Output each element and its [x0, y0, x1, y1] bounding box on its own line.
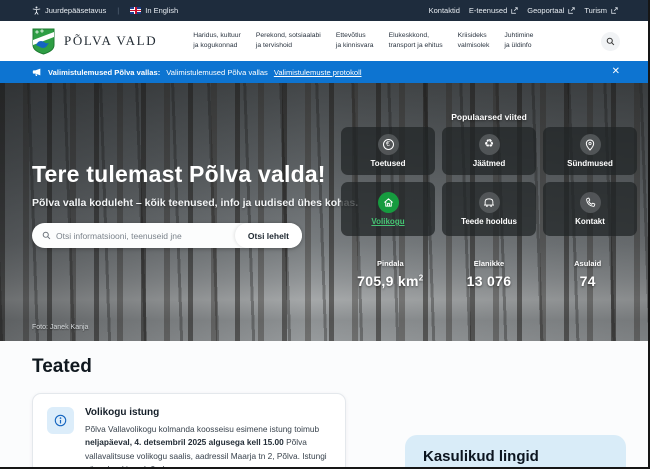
external-link-icon [511, 7, 518, 14]
megaphone-icon [32, 67, 42, 77]
useful-links-title: Kasulikud lingid [423, 448, 626, 465]
announcement-link[interactable]: Valimistulemuste protokoll [274, 68, 362, 77]
page: Juurdepääsetavus | In English Kontaktid … [0, 0, 650, 469]
announcement-bold: Valimistulemused Põlva vallas: [48, 68, 160, 77]
search-icon [606, 37, 615, 46]
truck-icon [479, 192, 500, 213]
external-link-icon [611, 7, 618, 14]
top-utility-bar: Juurdepääsetavus | In English Kontaktid … [0, 0, 648, 21]
hero-search-input[interactable] [56, 231, 235, 241]
stat-pindala: Pindala 705,9 km2 [341, 259, 440, 289]
tile-sundmused[interactable]: Sündmused [543, 127, 637, 175]
hero-title: Tere tulemast Põlva valda! [32, 161, 326, 188]
stat-asulaid: Asulaid 74 [538, 259, 637, 289]
accessibility-label: Juurdepääsetavus [45, 6, 106, 15]
tile-teede-hooldus[interactable]: Teede hooldus [442, 182, 536, 236]
notice-title: Volikogu istung [85, 407, 331, 418]
phone-icon [580, 192, 601, 213]
tile-toetused[interactable]: € Toetused [341, 127, 435, 175]
hero-section: Tere tulemast Põlva valda! Põlva valla k… [0, 83, 648, 341]
tile-jaatmed[interactable]: ♻ Jäätmed [442, 127, 536, 175]
hero-subtitle: Põlva valla koduleht – kõik teenused, in… [32, 197, 358, 209]
topbar-link-geoportaal[interactable]: Geoportaal [527, 6, 575, 15]
coat-of-arms-icon [32, 28, 55, 55]
stat-elanikke: Elanikke 13 076 [440, 259, 539, 289]
site-logo[interactable]: PÕLVA VALD [32, 28, 157, 55]
nav-item-juhtimine[interactable]: Juhtimineja üldinfo [504, 31, 533, 51]
topbar-link-kontaktid[interactable]: Kontaktid [429, 6, 460, 15]
uk-flag-icon [130, 7, 141, 14]
site-header: PÕLVA VALD Haridus, kultuurja kogukonnad… [0, 21, 648, 61]
tile-volikogu[interactable]: Volikogu [341, 182, 435, 236]
header-search-button[interactable] [601, 32, 620, 51]
municipality-stats: Pindala 705,9 km2 Elanikke 13 076 Asulai… [341, 259, 637, 289]
recycle-icon: ♻ [479, 134, 500, 155]
map-pin-icon [580, 134, 601, 155]
main-content: Teated Volikogu istung Põlva Vallavoliko… [0, 341, 648, 469]
popular-links-grid: € Toetused ♻ Jäätmed Sündmused Volikogu [341, 127, 637, 236]
nav-item-haridus[interactable]: Haridus, kultuurja kogukonnad [193, 31, 241, 51]
nav-item-ettevotlus[interactable]: Ettevõtlusja kinnisvara [336, 31, 374, 51]
accessibility-link[interactable]: Juurdepääsetavus [32, 6, 106, 15]
language-switch[interactable]: In English [130, 6, 178, 15]
language-label: In English [145, 6, 178, 15]
nav-item-elukeskkond[interactable]: Elukeskkond,transport ja ehitus [389, 31, 443, 51]
search-icon [42, 231, 51, 240]
external-link-icon [568, 7, 575, 14]
nav-item-kriisideks[interactable]: Kriisideksvalmisolek [458, 31, 490, 51]
popular-links-title: Populaarsed viited [341, 112, 637, 122]
info-icon [47, 407, 74, 434]
useful-links-panel: Kasulikud lingid [405, 435, 626, 469]
hero-search-bar: Otsi lehelt [32, 223, 302, 248]
home-icon [378, 192, 399, 213]
euro-icon: € [378, 134, 399, 155]
tile-kontakt[interactable]: Kontakt [543, 182, 637, 236]
site-name: PÕLVA VALD [64, 33, 157, 49]
topbar-link-eteenused[interactable]: E-teenused [469, 6, 518, 15]
notice-card[interactable]: Volikogu istung Põlva Vallavolikogu kolm… [32, 393, 346, 469]
notice-text: Põlva Vallavolikogu kolmanda koosseisu e… [85, 423, 331, 469]
divider: | [117, 6, 119, 15]
photo-credit: Foto: Janek Kanja [32, 324, 88, 331]
topbar-link-turism[interactable]: Turism [584, 6, 618, 15]
announcement-text: Valimistulemused Põlva vallas [166, 68, 268, 77]
close-icon: ✕ [612, 66, 620, 77]
teated-section-title: Teated [32, 356, 92, 378]
main-nav: Haridus, kultuurja kogukonnad Perekond, … [193, 31, 591, 51]
hero-search-submit-button[interactable]: Otsi lehelt [235, 223, 302, 248]
announcement-close-button[interactable]: ✕ [598, 65, 634, 79]
announcement-bar: Valimistulemused Põlva vallas: Valimistu… [0, 61, 648, 83]
nav-item-perekond[interactable]: Perekond, sotsiaalabija tervishoid [256, 31, 321, 51]
accessibility-icon [32, 6, 41, 15]
